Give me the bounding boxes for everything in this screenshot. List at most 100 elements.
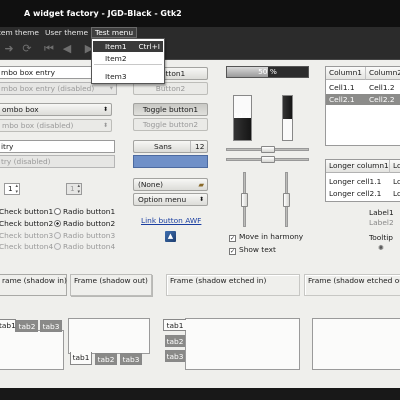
cell-2-2: Cell2.2 <box>369 95 395 104</box>
show-text-label: Show text <box>239 245 276 254</box>
check-button-2[interactable]: Check button2 <box>0 219 53 229</box>
menu-item-1[interactable]: Item1 Ctrl+I <box>93 41 163 52</box>
option-menu-text: Option menu <box>138 195 187 204</box>
menu-item-3[interactable]: Item3 <box>93 71 163 82</box>
frame-label: Frame (shadow out) <box>74 276 148 285</box>
horizontal-scale-1[interactable] <box>226 146 309 153</box>
cell-2-1: Cell2.1 <box>329 95 355 104</box>
vertical-scale-1[interactable] <box>241 172 248 227</box>
font-button[interactable]: Sans 12 <box>133 140 208 153</box>
toggle-button-1[interactable]: Toggle button1 <box>133 103 208 116</box>
menu-item-theme[interactable]: tem theme <box>0 28 39 37</box>
combo-box[interactable]: ombo box ⬍ <box>0 103 112 116</box>
file-chooser-text: (None) <box>138 180 164 189</box>
goto-first-icon[interactable]: ⏮ <box>42 42 56 56</box>
check-label: Check button1 <box>0 207 54 216</box>
notebook-1-tab-3[interactable]: tab3 <box>40 320 62 332</box>
vertical-scale-2[interactable] <box>283 172 290 227</box>
combo-entry-text: mbo box entry <box>1 68 56 77</box>
frame-shadow-etched-in: Frame (shadow etched in) <box>166 274 300 296</box>
cell-2-2: Lo <box>393 189 400 198</box>
radio-button-2[interactable]: Radio button2 <box>54 219 115 229</box>
progress-bar-horizontal: 50 % <box>226 66 309 78</box>
menu-test-menu[interactable]: Test menu <box>91 27 138 38</box>
notebook-3-tab-2[interactable]: tab2 <box>165 335 185 347</box>
progress-fill <box>234 118 251 140</box>
notebook-1-tab-1[interactable]: tab1 <box>0 319 16 332</box>
column-header-2[interactable]: Lo <box>390 160 400 173</box>
tooltip-label[interactable]: Tooltip <box>369 233 393 242</box>
text-entry[interactable]: itry <box>0 140 115 153</box>
font-size: 12 <box>190 141 204 152</box>
column-header-1[interactable]: Longer column1 <box>326 160 390 173</box>
scale-thumb[interactable] <box>283 193 290 207</box>
progress-bar-vertical: 50 % <box>233 95 252 141</box>
window-title: A widget factory - JGD-Black - Gtk2 <box>24 9 182 18</box>
column-header-1[interactable]: Column1 <box>326 67 366 80</box>
cell-2-1: Longer cell2.1 <box>329 189 382 198</box>
scale-thumb[interactable] <box>261 156 275 163</box>
menubar: tem theme User theme Test menu <box>0 27 400 38</box>
frame-label: Frame (shadow etched ou <box>308 276 400 285</box>
folder-icon: ▰ <box>198 180 204 189</box>
spin-arrows-icon[interactable]: ▴ ▾ <box>15 183 18 195</box>
checkbox-checked-icon: ✓ <box>229 248 236 255</box>
scale-thumb[interactable] <box>241 193 248 207</box>
check-label: Check button4 <box>0 242 54 251</box>
updown-arrow-icon: ⬍ <box>102 122 108 129</box>
notebook-3-panel <box>185 318 300 370</box>
cell-1-1: Cell1.1 <box>329 83 355 92</box>
notebook-2-tab-2[interactable]: tab2 <box>95 353 117 365</box>
spin-button[interactable]: 1 ▴ ▾ <box>4 183 20 195</box>
menu-item-2[interactable]: Item2 <box>93 53 163 64</box>
vertical-progress-bar-2 <box>282 95 293 141</box>
scale-thumb[interactable] <box>261 146 275 153</box>
notebook-1-tab-2[interactable]: tab2 <box>16 320 38 332</box>
font-name: Sans <box>154 142 172 151</box>
progress-label: 50 % <box>258 67 277 76</box>
spin-button-disabled: 1 ▴ ▾ <box>66 183 82 195</box>
back-icon[interactable]: ◀ <box>60 42 74 56</box>
combo-arrow-icon: ▾ <box>109 84 113 92</box>
check-label: Check button3 <box>0 231 54 240</box>
menu-user-theme[interactable]: User theme <box>45 28 88 37</box>
notebook-2-tab-1[interactable]: tab1 <box>70 352 92 365</box>
notebook-2-tab-3[interactable]: tab3 <box>120 353 142 365</box>
check-button-4: Check button4 <box>0 242 53 252</box>
frame-label: Frame (shadow etched in) <box>170 276 267 285</box>
radio-button-1[interactable]: Radio button1 <box>54 207 115 217</box>
radio-label: Radio button4 <box>63 242 116 251</box>
notebook-3-tab-1[interactable]: tab1 <box>163 319 186 331</box>
radio-label: Radio button3 <box>63 231 116 240</box>
horizontal-scale-2[interactable] <box>226 156 309 163</box>
link-button[interactable]: Link button AWF <box>141 216 201 225</box>
checkbox-checked-icon: ✓ <box>229 235 236 242</box>
cell-1-2: Cell1.2 <box>369 83 395 92</box>
combo-box-disabled-text: mbo box (disabled) <box>2 121 74 130</box>
spin-arrows-icon: ▴ ▾ <box>77 183 80 195</box>
spin-disabled-value: 1 <box>70 184 75 193</box>
column-header-2[interactable]: Column2 <box>366 67 400 80</box>
file-chooser-combo[interactable]: (None) ▰ <box>133 178 208 191</box>
color-button[interactable] <box>133 155 208 168</box>
check-button-1[interactable]: Check button1 <box>0 207 53 217</box>
refresh-icon[interactable]: ⟳ <box>20 42 34 56</box>
move-in-harmony-check[interactable]: ✓ Move in harmony <box>229 232 303 242</box>
combo-box-disabled: mbo box (disabled) ⬍ <box>0 119 112 132</box>
radio-icon <box>54 208 61 215</box>
spin-value: 1 <box>8 184 13 193</box>
progress-label: 50 % <box>234 112 251 120</box>
notebook-3-tab-3[interactable]: tab3 <box>165 350 185 362</box>
radio-selected-icon <box>54 220 61 227</box>
volume-icon[interactable]: ▲ <box>165 231 176 242</box>
forward-icon[interactable]: ➜ <box>2 42 16 56</box>
show-text-check[interactable]: ✓ Show text <box>229 245 276 255</box>
progress-fill <box>283 96 292 119</box>
main-content: mbo box entry ▾ mbo box entry (disabled)… <box>0 60 400 388</box>
check-button-3: Check button3 <box>0 231 53 241</box>
tree-view-2[interactable]: Longer column1 Lo Longer cell1.1 Lo Long… <box>325 159 400 202</box>
cell-1-2: Lo <box>393 177 400 186</box>
frame-shadow-etched-out: Frame (shadow etched ou <box>304 274 400 296</box>
tree-view-1[interactable]: Column1 Column2 Cell1.1 Cell1.2 Cell2.1 … <box>325 66 400 146</box>
option-menu[interactable]: Option menu ⬍ <box>133 193 208 206</box>
